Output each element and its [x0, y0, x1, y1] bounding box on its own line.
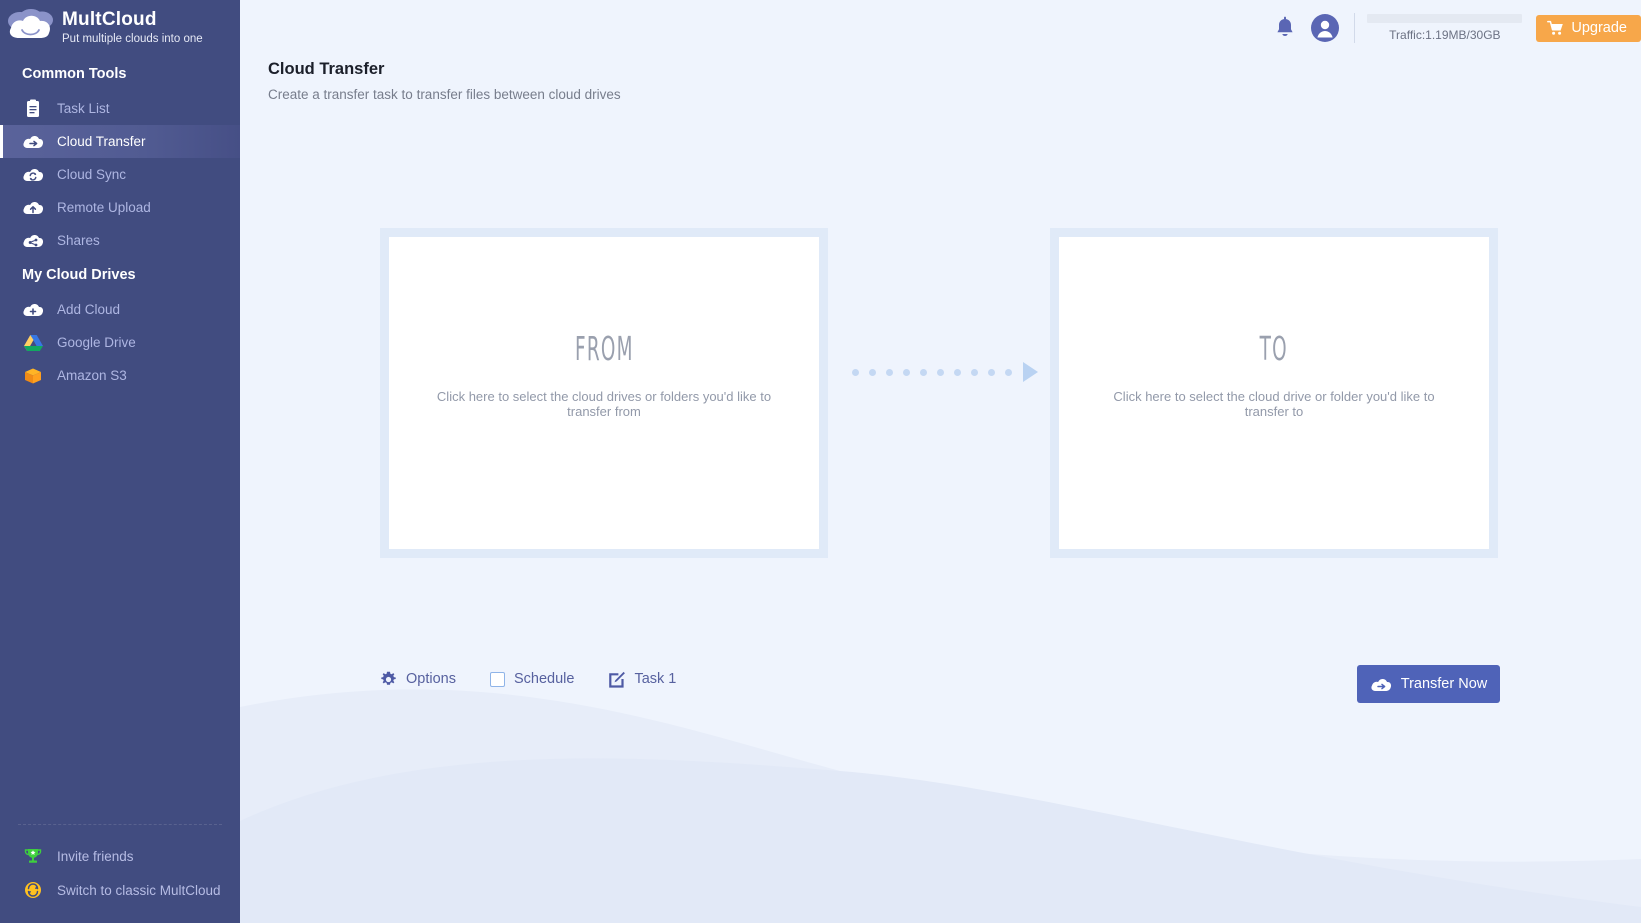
from-panel-label: FROM [574, 329, 634, 368]
sidebar-item-shares[interactable]: Shares [0, 224, 240, 257]
brand[interactable]: MultCloud Put multiple clouds into one [0, 0, 240, 56]
task-name-edit[interactable]: Task 1 [608, 670, 676, 688]
options-label: Options [406, 671, 456, 687]
arrow-dot [852, 368, 859, 376]
sidebar-bottom: Invite friends Switch to classic MultClo… [0, 824, 240, 907]
from-panel[interactable]: FROM Click here to select the cloud driv… [380, 228, 828, 558]
add-cloud-icon [22, 299, 44, 321]
arrow-dot [920, 368, 927, 376]
checkbox-icon[interactable] [489, 671, 505, 687]
sidebar-item-cloud-transfer[interactable]: Cloud Transfer [0, 125, 240, 158]
cloud-logo-icon [6, 5, 58, 49]
to-panel-inner: TO Click here to select the cloud drive … [1059, 237, 1489, 549]
arrow-dot [886, 368, 893, 376]
transfer-area: FROM Click here to select the cloud driv… [240, 0, 1641, 923]
arrow-dot [971, 368, 978, 376]
cloud-upload-icon [22, 197, 44, 219]
sidebar-section-my-cloud-drives: My Cloud Drives [22, 267, 136, 283]
trophy-icon [22, 845, 44, 867]
sidebar-item-google-drive[interactable]: Google Drive [0, 326, 240, 359]
sidebar-divider [18, 824, 222, 825]
transfer-now-button[interactable]: Transfer Now [1357, 665, 1500, 703]
arrow-dot [954, 368, 961, 376]
task-list-icon [22, 98, 44, 120]
task-name-label: Task 1 [634, 671, 677, 687]
sidebar: MultCloud Put multiple clouds into one C… [0, 0, 240, 923]
switch-icon [22, 879, 44, 901]
sidebar-item-task-list[interactable]: Task List [0, 92, 240, 125]
edit-pencil-icon [608, 671, 626, 688]
arrow-dot [1005, 368, 1012, 376]
sidebar-item-add-cloud[interactable]: Add Cloud [0, 293, 240, 326]
main-content: Traffic:1.19MB/30GB Upgrade Cloud Transf… [240, 0, 1641, 923]
arrow-dot [988, 368, 995, 376]
brand-name: MultCloud [62, 8, 157, 30]
sidebar-item-label: Invite friends [57, 848, 134, 864]
brand-text: MultCloud Put multiple clouds into one [62, 8, 203, 47]
sidebar-item-remote-upload[interactable]: Remote Upload [0, 191, 240, 224]
cloud-transfer-icon [1370, 676, 1392, 693]
sidebar-item-label: Amazon S3 [57, 368, 127, 383]
dotted-arrow-right-icon [852, 360, 1038, 384]
gear-icon [380, 671, 397, 688]
google-drive-icon [22, 332, 44, 354]
app-root: MultCloud Put multiple clouds into one C… [0, 0, 1641, 923]
to-panel-label: TO [1259, 329, 1289, 368]
sidebar-item-amazon-s3[interactable]: Amazon S3 [0, 359, 240, 392]
sidebar-item-label: Shares [57, 233, 100, 248]
sidebar-item-label: Google Drive [57, 335, 136, 350]
cloud-transfer-icon [22, 131, 44, 153]
sidebar-item-label: Add Cloud [57, 302, 121, 317]
arrow-dot [903, 368, 910, 376]
sidebar-item-label: Switch to classic MultCloud [57, 882, 221, 898]
transfer-toolbar: Options Schedule Task 1 [380, 670, 676, 688]
arrow-dot [937, 368, 944, 376]
amazon-s3-icon [22, 365, 44, 387]
sidebar-item-invite-friends[interactable]: Invite friends [0, 839, 240, 873]
from-panel-description: Click here to select the cloud drives or… [436, 389, 772, 419]
sidebar-item-label: Cloud Transfer [57, 134, 146, 149]
cloud-sync-icon [22, 164, 44, 186]
schedule-label: Schedule [513, 671, 575, 687]
from-panel-inner: FROM Click here to select the cloud driv… [389, 237, 819, 549]
transfer-now-label: Transfer Now [1400, 676, 1488, 692]
options-button[interactable]: Options [380, 670, 456, 688]
sidebar-item-switch-classic[interactable]: Switch to classic MultCloud [0, 873, 240, 907]
sidebar-item-cloud-sync[interactable]: Cloud Sync [0, 158, 240, 191]
to-panel-description: Click here to select the cloud drive or … [1113, 389, 1435, 419]
brand-tagline: Put multiple clouds into one [62, 32, 203, 45]
arrow-head [1023, 362, 1038, 382]
sidebar-item-label: Task List [57, 101, 110, 116]
schedule-toggle[interactable]: Schedule [489, 670, 575, 688]
cloud-share-icon [22, 230, 44, 252]
sidebar-item-label: Cloud Sync [57, 167, 127, 182]
sidebar-item-label: Remote Upload [57, 200, 151, 215]
arrow-dot [869, 368, 876, 376]
sidebar-section-common-tools: Common Tools [22, 66, 127, 82]
to-panel[interactable]: TO Click here to select the cloud drive … [1050, 228, 1498, 558]
